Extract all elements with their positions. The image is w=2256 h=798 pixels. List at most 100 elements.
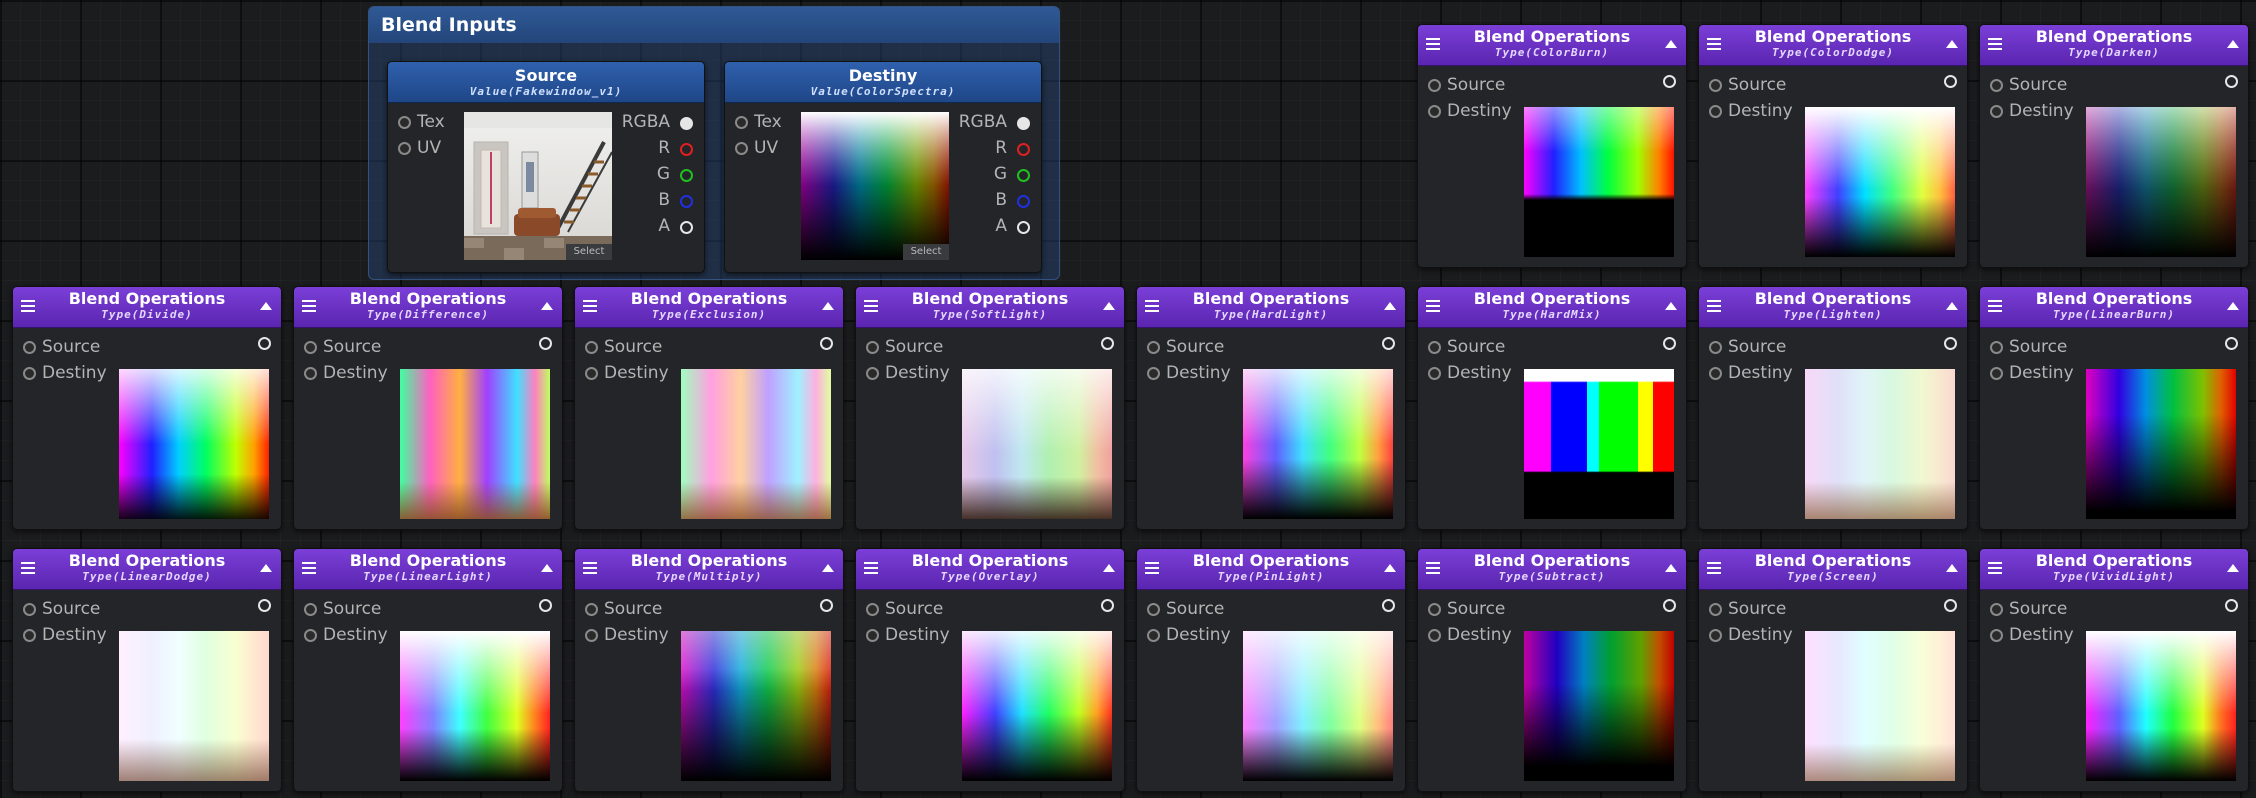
source-input-port[interactable]: Source (866, 337, 943, 357)
destiny-input-port[interactable]: Destiny (1990, 625, 2074, 645)
menu-icon[interactable] (583, 562, 597, 574)
blend-node-header[interactable]: Blend Operations Type(LinearDodge) (13, 549, 281, 590)
port-icon[interactable] (585, 340, 598, 354)
collapse-triangle-icon[interactable] (1946, 564, 1958, 572)
collapse-triangle-icon[interactable] (541, 564, 553, 572)
blend-node-header[interactable]: Blend Operations Type(Subtract) (1418, 549, 1686, 590)
output-port[interactable] (2225, 75, 2238, 88)
port-icon[interactable] (735, 115, 748, 129)
destiny-input-port[interactable]: Destiny (1709, 101, 1793, 121)
output-port[interactable] (539, 599, 552, 612)
blend-node-pinlight[interactable]: Blend Operations Type(PinLight) Source D… (1136, 548, 1406, 792)
destiny-uv-input[interactable]: UV (735, 138, 778, 158)
menu-icon[interactable] (1426, 300, 1440, 312)
output-port[interactable] (820, 337, 833, 350)
blend-node-header[interactable]: Blend Operations Type(VividLight) (1980, 549, 2248, 590)
port-icon[interactable] (1709, 602, 1722, 616)
blend-node-header[interactable]: Blend Operations Type(Difference) (294, 287, 562, 328)
collapse-triangle-icon[interactable] (1384, 564, 1396, 572)
output-port[interactable] (2225, 337, 2238, 350)
source-input-port[interactable]: Source (1147, 337, 1224, 357)
port-icon[interactable] (1990, 628, 2003, 642)
node-graph-canvas[interactable]: Blend Inputs Source Value(Fakewindow_v1)… (0, 0, 2256, 798)
blend-node-overlay[interactable]: Blend Operations Type(Overlay) Source De… (855, 548, 1125, 792)
collapse-triangle-icon[interactable] (1946, 40, 1958, 48)
destiny-node-header[interactable]: Destiny Value(ColorSpectra) (725, 62, 1041, 103)
a-output-port[interactable] (1017, 221, 1030, 234)
menu-icon[interactable] (583, 300, 597, 312)
menu-icon[interactable] (1426, 38, 1440, 50)
port-icon[interactable] (585, 366, 598, 380)
port-icon[interactable] (1147, 366, 1160, 380)
blend-node-header[interactable]: Blend Operations Type(HardMix) (1418, 287, 1686, 328)
destiny-input-node[interactable]: Destiny Value(ColorSpectra) Tex UV Selec… (724, 61, 1042, 273)
collapse-triangle-icon[interactable] (260, 564, 272, 572)
output-port[interactable] (258, 599, 271, 612)
port-icon[interactable] (23, 628, 36, 642)
port-icon[interactable] (398, 141, 411, 155)
r-output-port[interactable] (1017, 143, 1030, 156)
port-icon[interactable] (304, 340, 317, 354)
output-port[interactable] (1663, 75, 1676, 88)
port-icon[interactable] (304, 366, 317, 380)
collapse-triangle-icon[interactable] (1946, 302, 1958, 310)
source-input-port[interactable]: Source (585, 599, 662, 619)
source-input-port[interactable]: Source (1147, 599, 1224, 619)
port-icon[interactable] (1709, 340, 1722, 354)
blend-node-header[interactable]: Blend Operations Type(Divide) (13, 287, 281, 328)
port-icon[interactable] (585, 602, 598, 616)
menu-icon[interactable] (1988, 38, 2002, 50)
port-icon[interactable] (1709, 628, 1722, 642)
destiny-input-port[interactable]: Destiny (304, 363, 388, 383)
menu-icon[interactable] (1707, 562, 1721, 574)
port-icon[interactable] (1147, 628, 1160, 642)
blend-node-header[interactable]: Blend Operations Type(ColorBurn) (1418, 25, 1686, 66)
port-icon[interactable] (1428, 104, 1441, 118)
menu-icon[interactable] (21, 562, 35, 574)
destiny-input-port[interactable]: Destiny (1428, 625, 1512, 645)
blend-node-header[interactable]: Blend Operations Type(ColorDodge) (1699, 25, 1967, 66)
port-icon[interactable] (1428, 340, 1441, 354)
port-icon[interactable] (1147, 602, 1160, 616)
source-input-port[interactable]: Source (585, 337, 662, 357)
source-input-port[interactable]: Source (866, 599, 943, 619)
blend-node-subtract[interactable]: Blend Operations Type(Subtract) Source D… (1417, 548, 1687, 792)
menu-icon[interactable] (302, 562, 316, 574)
blend-node-header[interactable]: Blend Operations Type(Exclusion) (575, 287, 843, 328)
port-icon[interactable] (23, 340, 36, 354)
blend-node-header[interactable]: Blend Operations Type(Screen) (1699, 549, 1967, 590)
menu-icon[interactable] (21, 300, 35, 312)
output-port[interactable] (1101, 337, 1114, 350)
a-output-port[interactable] (680, 221, 693, 234)
output-port[interactable] (539, 337, 552, 350)
output-port[interactable] (1101, 599, 1114, 612)
port-icon[interactable] (1428, 628, 1441, 642)
source-input-port[interactable]: Source (1990, 337, 2067, 357)
port-icon[interactable] (866, 366, 879, 380)
port-icon[interactable] (1709, 104, 1722, 118)
blend-node-difference[interactable]: Blend Operations Type(Difference) Source… (293, 286, 563, 530)
blend-node-header[interactable]: Blend Operations Type(Lighten) (1699, 287, 1967, 328)
b-output-port[interactable] (1017, 195, 1030, 208)
g-output-port[interactable] (1017, 169, 1030, 182)
blend-node-linearlight[interactable]: Blend Operations Type(LinearLight) Sourc… (293, 548, 563, 792)
destiny-input-port[interactable]: Destiny (1147, 363, 1231, 383)
source-input-port[interactable]: Source (1709, 337, 1786, 357)
source-input-node[interactable]: Source Value(Fakewindow_v1) Tex UV Selec… (387, 61, 705, 273)
destiny-input-port[interactable]: Destiny (1147, 625, 1231, 645)
source-input-port[interactable]: Source (1990, 599, 2067, 619)
port-icon[interactable] (1990, 602, 2003, 616)
blend-inputs-group[interactable]: Blend Inputs Source Value(Fakewindow_v1)… (368, 6, 1060, 280)
output-port[interactable] (1944, 337, 1957, 350)
port-icon[interactable] (1709, 366, 1722, 380)
port-icon[interactable] (866, 628, 879, 642)
port-icon[interactable] (1709, 78, 1722, 92)
destiny-input-port[interactable]: Destiny (1428, 363, 1512, 383)
output-port[interactable] (2225, 599, 2238, 612)
menu-icon[interactable] (1707, 38, 1721, 50)
menu-icon[interactable] (864, 562, 878, 574)
source-input-port[interactable]: Source (1428, 599, 1505, 619)
source-node-header[interactable]: Source Value(Fakewindow_v1) (388, 62, 704, 103)
r-output-port[interactable] (680, 143, 693, 156)
menu-icon[interactable] (1988, 300, 2002, 312)
